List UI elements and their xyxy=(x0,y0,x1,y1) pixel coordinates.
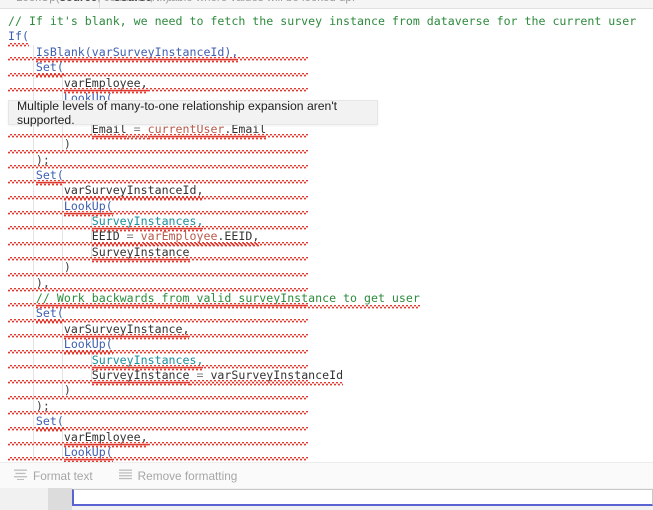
code-line[interactable]: ), xyxy=(0,275,636,293)
error-squiggle xyxy=(8,457,308,462)
code-line[interactable]: EEID = varEmployee.EEID, xyxy=(0,229,636,246)
code-line[interactable]: SurveyInstance = varSurveyInstanceId xyxy=(0,367,636,385)
error-tooltip: Multiple levels of many-to-one relations… xyxy=(8,98,378,127)
code-token: // If it's blank, we need to fetch the s… xyxy=(8,14,637,28)
code-lines-container[interactable]: // If it's blank, we need to fetch the s… xyxy=(0,9,636,462)
description-text: : A table where values will be looked up… xyxy=(152,0,355,4)
code-line[interactable]: LookUp( xyxy=(0,444,636,462)
code-line[interactable]: varSurveyInstance, xyxy=(0,321,636,339)
signature-prefix: LookUp( xyxy=(16,0,59,4)
code-line[interactable]: LookUp( xyxy=(0,198,636,216)
error-tooltip-message: Multiple levels of many-to-one relations… xyxy=(17,98,338,127)
code-line[interactable]: varSurveyInstanceId, xyxy=(0,183,636,200)
format-text-icon xyxy=(14,469,27,483)
code-line[interactable]: Set( xyxy=(0,306,636,323)
remove-formatting-label: Remove formatting xyxy=(137,468,238,483)
formula-footer-toolbar: Format text Remove formatting xyxy=(0,462,653,488)
code-line[interactable]: Set( xyxy=(0,414,636,431)
remove-formatting-button[interactable]: Remove formatting xyxy=(118,468,238,483)
code-line[interactable]: varEmployee, xyxy=(0,75,636,92)
description-param: source xyxy=(114,0,152,4)
signature-expression: LookUp(source, condition, ...) xyxy=(0,0,169,8)
code-line[interactable]: ); xyxy=(0,152,636,169)
focused-property-field[interactable] xyxy=(72,489,653,506)
code-line[interactable]: varEmployee, xyxy=(0,429,636,446)
intellisense-signature-bar: LookUp(source, condition, ...) source: A… xyxy=(0,0,653,9)
format-text-button[interactable]: Format text xyxy=(14,469,93,483)
code-line[interactable]: If( xyxy=(0,29,636,44)
code-line[interactable]: IsBlank(varSurveyInstanceId), xyxy=(0,44,636,62)
code-line[interactable]: ) xyxy=(0,260,636,277)
code-line[interactable]: ) xyxy=(0,137,636,154)
code-line[interactable]: // If it's blank, we need to fetch the s… xyxy=(0,14,636,29)
code-line[interactable]: // Work backwards from valid surveyInsta… xyxy=(0,291,636,308)
format-text-label: Format text xyxy=(33,468,93,483)
code-line[interactable]: ); xyxy=(0,398,636,416)
remove-formatting-icon xyxy=(118,469,132,483)
code-line[interactable]: SurveyInstance xyxy=(0,244,636,262)
lower-canvas-strip xyxy=(0,488,653,510)
code-line[interactable]: Set( xyxy=(0,60,636,77)
code-line[interactable]: SurveyInstances, xyxy=(0,352,636,369)
code-line[interactable]: SurveyInstances, xyxy=(0,214,636,231)
code-line[interactable]: Set( xyxy=(0,167,636,185)
signature-param: source xyxy=(59,0,97,4)
code-line[interactable]: ) xyxy=(0,383,636,400)
code-line[interactable]: LookUp( xyxy=(0,337,636,354)
signature-description: source: A table where values will be loo… xyxy=(100,0,355,8)
canvas-gutter xyxy=(48,488,72,510)
formula-editor[interactable]: // If it's blank, we need to fetch the s… xyxy=(0,9,653,462)
